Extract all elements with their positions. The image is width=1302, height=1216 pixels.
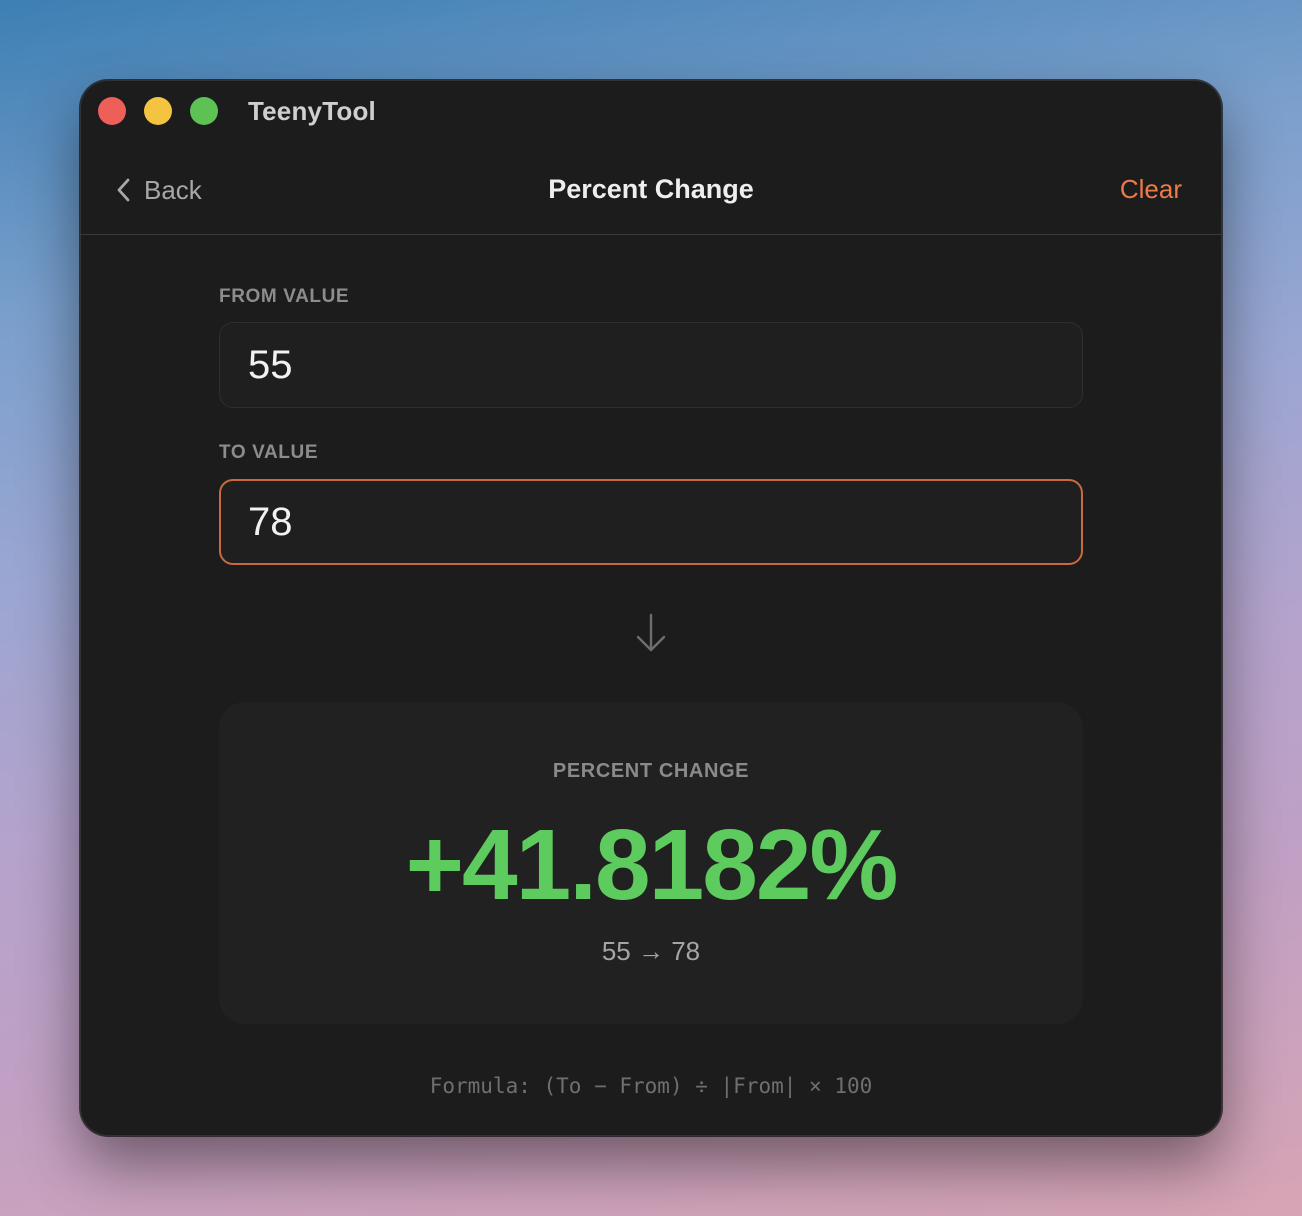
app-title: TeenyTool [248, 96, 376, 126]
title-bar: TeenyTool [80, 80, 1222, 146]
arrow-down-icon [636, 613, 666, 652]
from-value-input[interactable]: 55 [219, 322, 1083, 408]
app-window: TeenyTool Back Percent Change Clear FROM… [80, 80, 1222, 1136]
zoom-window-button[interactable] [190, 97, 218, 125]
result-label: PERCENT CHANGE [552, 760, 750, 782]
clear-button[interactable]: Clear [1120, 174, 1182, 205]
to-value-input[interactable]: 78 [219, 479, 1083, 565]
minimize-window-button[interactable] [144, 97, 172, 125]
result-card: PERCENT CHANGE +41.8182% 55 → 78 [219, 702, 1083, 1024]
result-value: +41.8182% [405, 809, 899, 921]
close-window-button[interactable] [98, 97, 126, 125]
nav-divider [80, 234, 1222, 235]
to-value-label: TO VALUE [219, 442, 319, 463]
result-summary: 55 → 78 [601, 936, 701, 966]
page-title: Percent Change [548, 174, 754, 204]
formula-text: Formula: (To − From) ÷ |From| × 100 [429, 1074, 873, 1098]
from-value-label: FROM VALUE [219, 286, 350, 307]
nav-bar: Back Percent Change Clear [80, 158, 1222, 234]
